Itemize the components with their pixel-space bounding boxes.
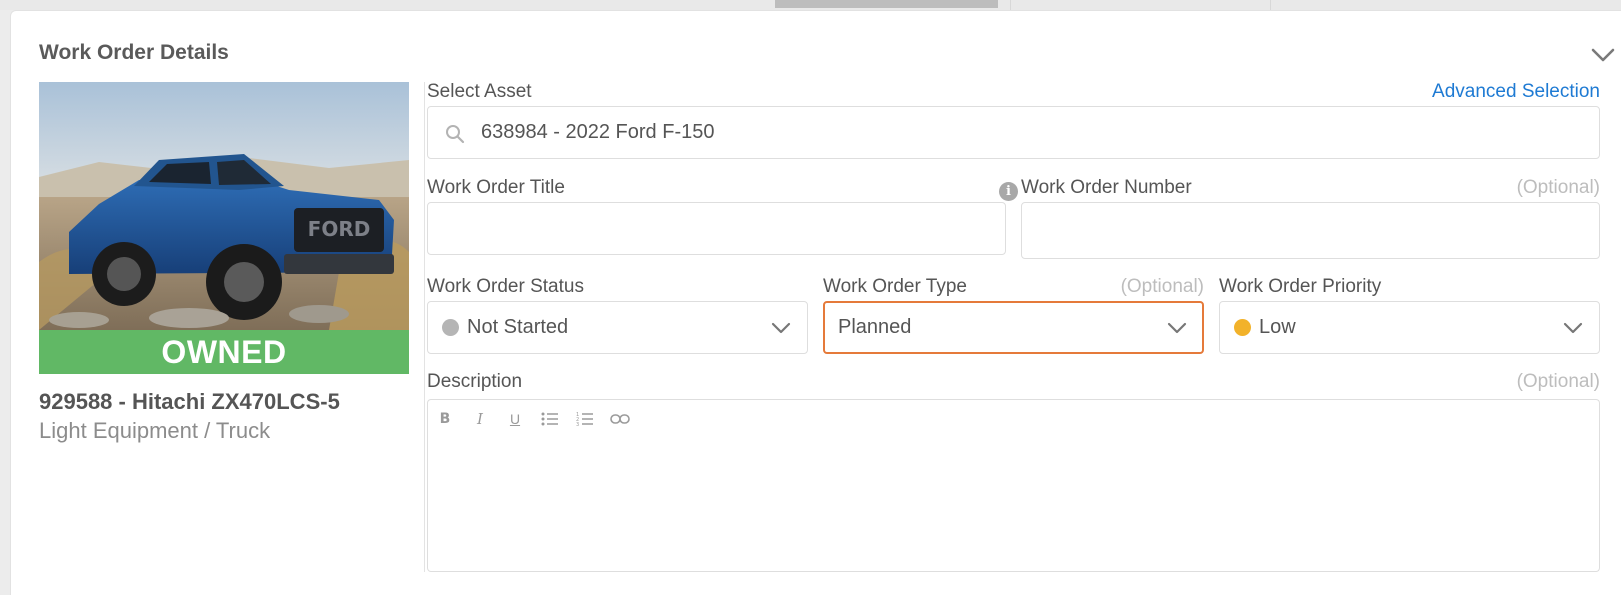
collapse-chevron-icon[interactable]	[1589, 44, 1617, 66]
work-order-priority-value: Low	[1259, 316, 1296, 338]
work-order-number-optional: (Optional)	[1516, 177, 1600, 198]
svg-text:3: 3	[576, 422, 579, 427]
search-icon	[446, 125, 465, 144]
bold-icon[interactable]: B	[434, 408, 456, 430]
numbered-list-icon[interactable]: 1 2 3	[574, 408, 596, 430]
asset-name: 929588 - Hitachi ZX470LCS-5	[39, 389, 340, 414]
chevron-down-icon	[771, 322, 791, 334]
chevron-down-icon	[1563, 322, 1583, 334]
tab-separator	[1270, 0, 1271, 10]
work-order-details-card: Work Order Details FORD OWNED 929588 - H…	[10, 10, 1621, 595]
work-order-status-value: Not Started	[467, 316, 569, 338]
work-order-status-label: Work Order Status	[427, 276, 584, 297]
work-order-type-label: Work Order Type	[823, 276, 967, 297]
work-order-number-label: Work Order Number	[1021, 177, 1192, 198]
description-toolbar: B I U 1 2 3	[427, 399, 1600, 437]
link-icon[interactable]	[609, 408, 631, 430]
priority-dot-icon	[1234, 319, 1251, 336]
work-order-title-input[interactable]	[427, 202, 1006, 255]
active-tab-indicator	[775, 0, 998, 8]
work-order-type-select[interactable]: Planned	[823, 301, 1204, 354]
italic-icon[interactable]: I	[469, 408, 491, 430]
description-editor[interactable]	[427, 436, 1600, 572]
description-label: Description	[427, 371, 523, 392]
select-asset-input[interactable]: 638984 - 2022 Ford F-150	[427, 106, 1600, 159]
underline-icon[interactable]: U	[504, 408, 526, 430]
bullet-list-icon[interactable]	[539, 408, 561, 430]
work-order-type-optional: (Optional)	[1120, 276, 1204, 297]
asset-category: Light Equipment / Truck	[39, 418, 271, 443]
work-order-title-label: Work Order Title	[427, 177, 565, 198]
work-order-status-select[interactable]: Not Started	[427, 301, 808, 354]
work-order-priority-select[interactable]: Low	[1219, 301, 1600, 354]
svg-text:FORD: FORD	[308, 217, 371, 241]
description-optional: (Optional)	[1516, 371, 1600, 392]
asset-photo: FORD	[39, 82, 409, 330]
ownership-badge: OWNED	[39, 330, 409, 374]
work-order-priority-label: Work Order Priority	[1219, 276, 1382, 297]
work-order-type-value: Planned	[838, 316, 912, 338]
chevron-down-icon	[1167, 322, 1187, 334]
status-dot-icon	[442, 319, 459, 336]
tab-separator	[1010, 0, 1011, 10]
select-asset-label: Select Asset	[427, 81, 532, 102]
advanced-selection-link[interactable]: Advanced Selection	[1361, 81, 1600, 103]
background-tab-strip	[0, 0, 1621, 10]
select-asset-value: 638984 - 2022 Ford F-150	[481, 121, 715, 143]
info-icon[interactable]: i	[999, 182, 1018, 201]
card-title: Work Order Details	[39, 41, 229, 64]
panel-divider	[424, 82, 425, 572]
work-order-number-input[interactable]	[1021, 202, 1600, 259]
